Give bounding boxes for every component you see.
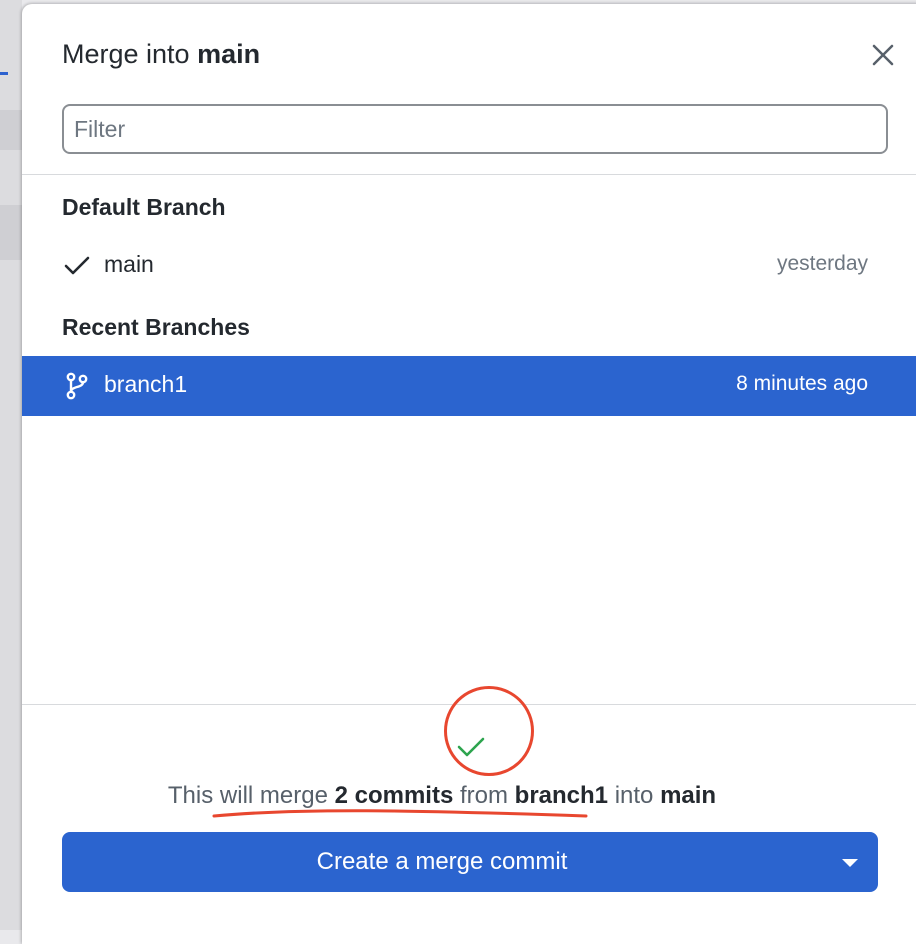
branch-time: 8 minutes ago — [736, 372, 868, 395]
branch-time: yesterday — [776, 252, 868, 275]
merge-summary-text: This will merge — [167, 782, 328, 809]
merge-dialog: Merge into main Default Branch main yest… — [22, 4, 916, 944]
branch-name: branch1 — [104, 371, 188, 397]
branch-item-branch1[interactable]: branch1 8 minutes ago — [22, 356, 916, 416]
dialog-title-branch: main — [197, 39, 261, 69]
background-strip — [0, 110, 22, 150]
dialog-title: Merge into main — [62, 39, 260, 70]
branch-name: main — [104, 251, 154, 277]
create-merge-commit-label: Create a merge commit — [316, 848, 568, 875]
checkmark-icon — [64, 256, 90, 275]
annotation-circle — [444, 686, 534, 776]
dialog-title-prefix: Merge into — [62, 39, 190, 69]
caret-down-icon[interactable] — [832, 854, 868, 872]
merge-commit-count: 2 commits — [334, 782, 454, 809]
background-strip — [0, 205, 22, 260]
header-divider — [22, 174, 916, 175]
background-window — [0, 0, 22, 930]
merge-summary-text: into — [614, 782, 654, 809]
merge-target-branch: main — [660, 782, 717, 809]
close-icon[interactable] — [870, 42, 896, 68]
merge-summary-text: from — [459, 782, 508, 809]
branch-item-main[interactable]: main yesterday — [22, 236, 916, 296]
create-merge-commit-button[interactable]: Create a merge commit — [62, 832, 878, 892]
annotation-underline — [212, 809, 588, 818]
recent-branches-header: Recent Branches — [62, 314, 250, 340]
git-branch-icon — [66, 372, 88, 400]
default-branch-header: Default Branch — [62, 194, 226, 220]
filter-input[interactable] — [62, 104, 888, 154]
background-accent — [0, 72, 8, 75]
merge-source-branch: branch1 — [514, 782, 609, 809]
